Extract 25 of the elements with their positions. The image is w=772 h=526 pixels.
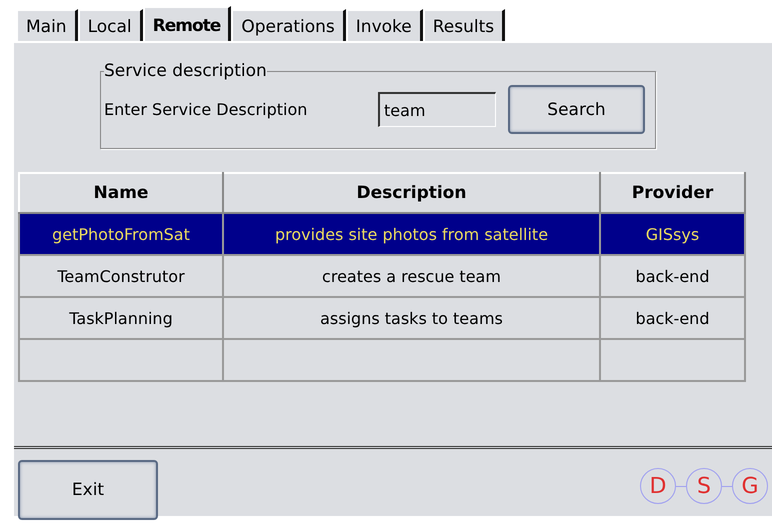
logo-letter: G [732,468,768,504]
group-title: Service description [104,61,267,81]
table-cell[interactable]: back-end [600,297,745,339]
table-cell[interactable]: TaskPlanning [19,297,223,339]
table-cell[interactable]: GISsys [600,213,745,255]
search-field[interactable]: team [378,92,496,127]
table-cell[interactable]: creates a rescue team [223,255,600,297]
tab[interactable]: Operations [231,9,346,41]
tab[interactable]: Main [16,9,78,41]
search-button[interactable]: Search [508,85,645,134]
table-cell[interactable]: TeamConstrutor [19,255,223,297]
tab[interactable]: Invoke [346,9,423,41]
tab[interactable]: Local [78,9,143,41]
column-header[interactable]: Description [223,173,600,213]
logo-letter: D [640,468,676,504]
table-cell[interactable]: assigns tasks to teams [223,297,600,339]
table-cell[interactable]: back-end [600,255,745,297]
field-label: Enter Service Description [104,100,308,119]
exit-button[interactable]: Exit [18,460,158,520]
table-cell[interactable]: getPhotoFromSat [19,213,223,255]
table-cell[interactable]: provides site photos from satellite [223,213,600,255]
tab[interactable]: Remote [142,6,232,41]
tab[interactable]: Results [422,9,506,41]
logo-letter: S [686,468,722,504]
column-header[interactable]: Name [19,173,223,213]
